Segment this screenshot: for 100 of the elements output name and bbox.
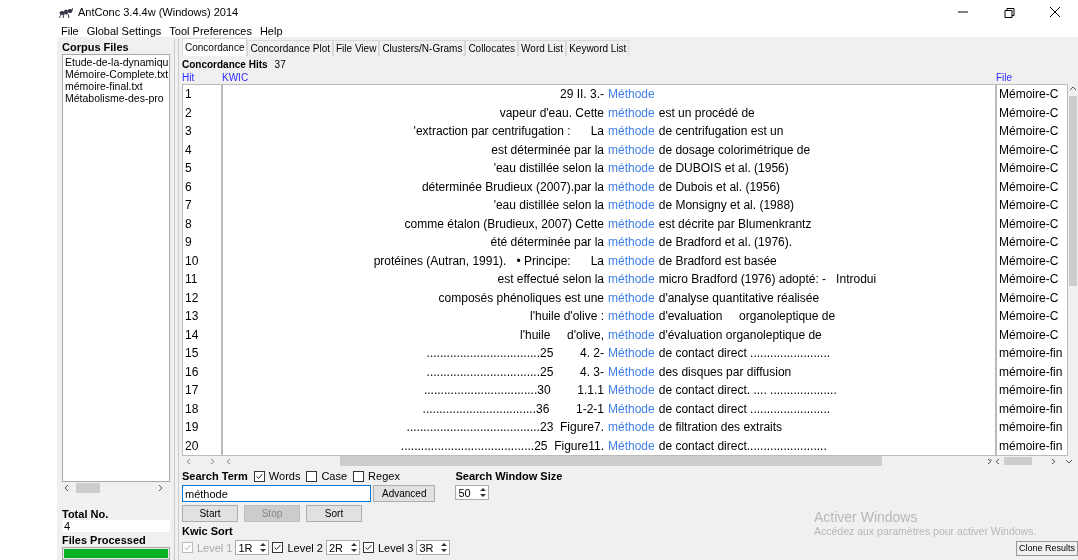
hit-number: 18	[184, 400, 200, 418]
file-name: Mémoire-C	[998, 326, 1060, 344]
column-header[interactable]: KWIC	[222, 72, 996, 84]
checkbox-label: Level 3	[377, 541, 414, 554]
keyword[interactable]: méthode	[608, 270, 659, 289]
file-name: Mémoire-C	[998, 178, 1060, 196]
spinner-field[interactable]: 50	[455, 485, 490, 500]
spinner-arrows-icon[interactable]	[258, 541, 269, 554]
hit-number: 16	[184, 363, 200, 381]
file-name: mémoire-fin	[998, 363, 1064, 381]
keyword[interactable]: Méthode	[608, 344, 659, 363]
action-button[interactable]: Sort	[306, 505, 362, 522]
window-title: AntConc 3.4.4w (Windows) 2014	[78, 6, 239, 19]
keyword[interactable]: Méthode	[608, 362, 659, 381]
checkbox[interactable]	[353, 470, 365, 482]
right-context: de contact direct. .... ....................	[658, 382, 837, 399]
keyword[interactable]: méthode	[608, 177, 659, 196]
corpus-file[interactable]: mémoire-final.txt	[65, 80, 169, 92]
checkbox[interactable]	[306, 470, 318, 482]
right-context: des disques par diffusion	[658, 363, 792, 381]
menu-item[interactable]: Help	[259, 24, 283, 37]
right-context: de Bradford et al. (1976).	[658, 234, 793, 251]
spinner-arrows-icon[interactable]	[439, 541, 450, 554]
file-name: mémoire-fin	[998, 400, 1064, 418]
file-name: Mémoire-C	[998, 104, 1060, 122]
clone-results-button[interactable]: Clone Results	[1015, 541, 1078, 556]
tab[interactable]: Collocates	[465, 40, 519, 56]
keyword[interactable]: méthode	[608, 418, 659, 437]
checkbox[interactable]	[362, 542, 374, 553]
tab[interactable]: Clusters/N-Grams	[379, 40, 466, 56]
file-name: Mémoire-C	[998, 123, 1060, 140]
right-context: de contact direct........................	[658, 437, 827, 455]
keyword[interactable]: méthode	[608, 159, 659, 178]
right-context: d'évaluation organoleptique de	[658, 326, 822, 344]
keyword[interactable]: méthode	[608, 325, 659, 344]
menu-item[interactable]: Tool Preferences	[169, 24, 252, 37]
corpus-file[interactable]: Etude-de-la-dynamiqu	[65, 56, 169, 68]
keyword[interactable]: méthode	[608, 307, 659, 326]
left-context: composés phénoliques est une	[438, 289, 604, 307]
spinner-field[interactable]: 2R	[325, 540, 360, 555]
keyword[interactable]: méthode	[608, 122, 659, 141]
hit-number: 4	[184, 141, 193, 159]
advanced-button[interactable]: Advanced	[373, 485, 436, 502]
keyword[interactable]: méthode	[608, 251, 659, 270]
tab[interactable]: Keyword List	[566, 40, 630, 56]
hit-number: 9	[184, 234, 193, 251]
column-header[interactable]: Hit	[182, 72, 222, 84]
total-value: 4	[62, 520, 170, 532]
search-term-label: Search Term	[182, 470, 248, 482]
hit-number: 15	[184, 345, 200, 362]
right-context: d'evaluation organoleptique de	[658, 308, 836, 325]
left-context: comme étalon (Brudieux, 2007) Cette	[404, 215, 604, 233]
corpus-file[interactable]: Mémoire-Complete.txt	[65, 68, 169, 80]
file-name: mémoire-fin	[998, 345, 1064, 362]
total-label: Total No.	[62, 508, 110, 520]
tab[interactable]: Word List	[518, 40, 567, 56]
file-name: mémoire-fin	[998, 419, 1064, 436]
hit-number: 13	[184, 308, 200, 325]
ant-icon	[59, 6, 73, 19]
right-context: de contact direct ........................	[658, 345, 831, 362]
keyword[interactable]: Méthode	[608, 381, 659, 400]
corpus-file[interactable]: Métabolisme-des-pro	[65, 92, 169, 104]
checkbox-label: Regex	[368, 470, 400, 482]
checkbox[interactable]	[253, 470, 265, 482]
keyword[interactable]: méthode	[608, 233, 659, 252]
menu-item[interactable]: Global Settings	[86, 24, 162, 37]
search-field[interactable]: méthode	[182, 485, 371, 502]
keyword[interactable]: méthode	[608, 140, 659, 159]
keyword[interactable]: méthode	[608, 288, 659, 307]
right-context: de centrifugation est un	[658, 123, 784, 140]
left-context: ........................................25 Figure11.	[400, 437, 604, 455]
checkbox[interactable]	[272, 542, 284, 553]
hit-number: 3	[184, 123, 193, 140]
hit-number: 20	[184, 437, 200, 455]
right-context: de dosage colorimétrique de	[658, 141, 811, 159]
file-name: Mémoire-C	[998, 271, 1060, 288]
tab[interactable]: Concordance Plot	[247, 40, 333, 56]
tab[interactable]: File View	[333, 40, 380, 56]
right-context: de Monsigny et al. (1988)	[658, 197, 795, 214]
keyword[interactable]: Méthode	[608, 436, 659, 455]
left-context: 29 II. 3.-	[559, 86, 604, 103]
keyword[interactable]: méthode	[608, 214, 659, 233]
hit-number: 5	[184, 160, 193, 177]
action-button[interactable]: Start	[182, 505, 238, 522]
keyword[interactable]: méthode	[608, 103, 659, 122]
file-name: Mémoire-C	[998, 234, 1060, 251]
hit-number: 11	[184, 271, 199, 288]
hit-number: 17	[184, 382, 200, 399]
column-header[interactable]: File	[996, 72, 1068, 84]
menu-item[interactable]: File	[61, 24, 79, 37]
file-name: Mémoire-C	[998, 252, 1060, 270]
hit-number: 14	[184, 326, 200, 344]
spinner-field[interactable]: 3R	[416, 540, 451, 555]
left-context: été déterminée par la	[490, 234, 604, 251]
keyword[interactable]: Méthode	[608, 399, 659, 418]
tab[interactable]: Concordance	[182, 38, 248, 56]
file-name: mémoire-fin	[998, 382, 1064, 399]
keyword[interactable]: Méthode	[608, 85, 659, 104]
spinner-arrows-icon[interactable]	[478, 486, 489, 499]
keyword[interactable]: méthode	[608, 196, 659, 215]
